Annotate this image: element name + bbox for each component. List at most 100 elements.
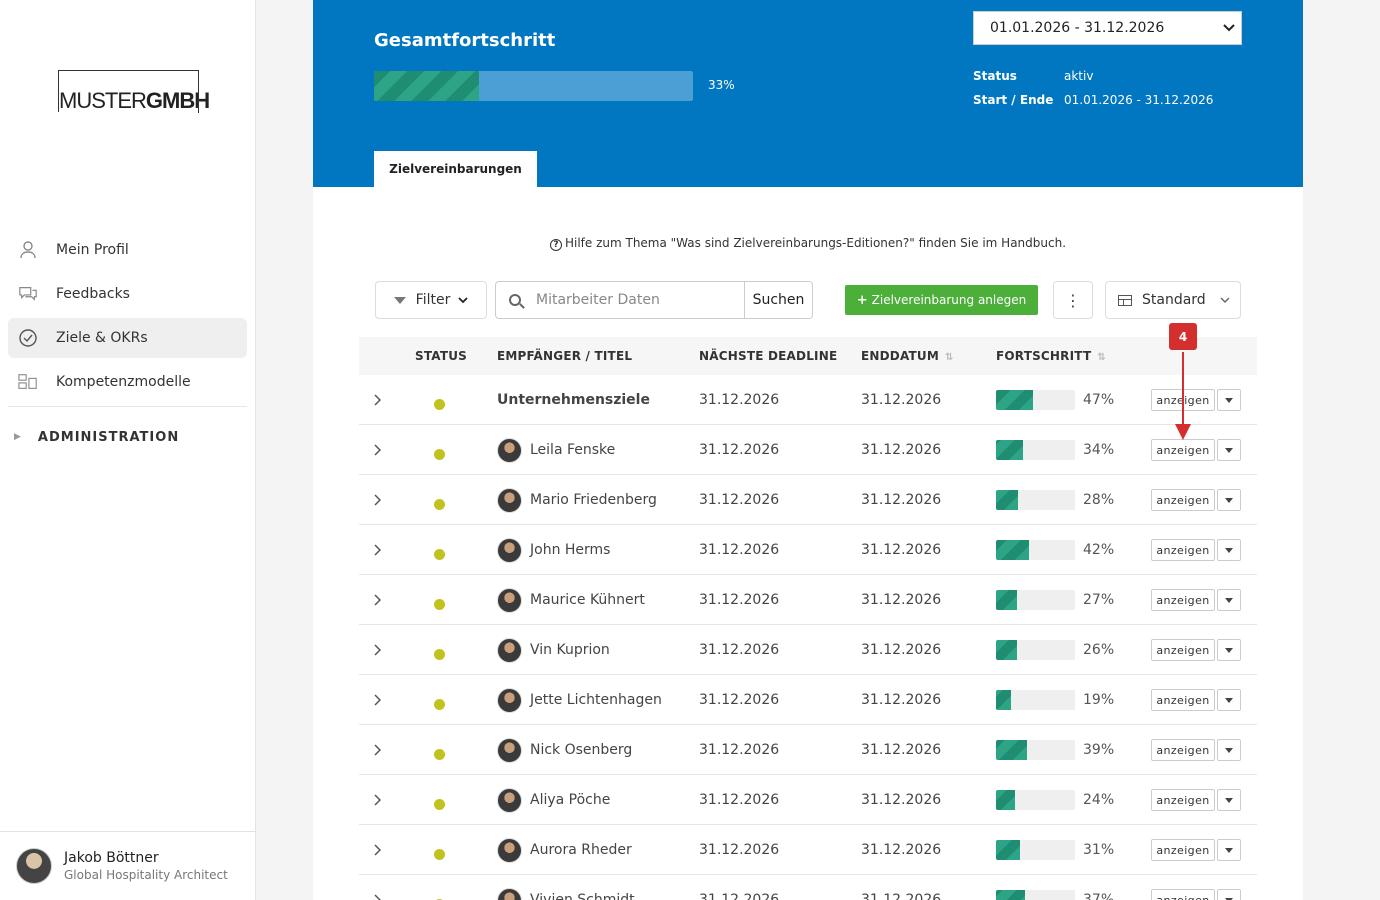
period-select[interactable]: 01.01.2026 - 31.12.2026	[973, 11, 1242, 45]
avatar	[497, 637, 522, 663]
table-icon	[1118, 294, 1132, 306]
more-options-button[interactable]: ⋮	[1053, 281, 1093, 319]
next-deadline: 31.12.2026	[699, 742, 780, 758]
row-dropdown-button[interactable]	[1217, 389, 1241, 411]
show-button[interactable]: anzeigen	[1151, 639, 1215, 661]
caret-right-icon: ▶	[14, 432, 22, 442]
tab-goal-agreements[interactable]: Zielvereinbarungen	[374, 151, 537, 187]
table-row[interactable]: Jette Lichtenhagen 31.12.2026 31.12.2026 19…	[359, 675, 1257, 725]
status-indicator	[434, 725, 445, 775]
progress-bar	[996, 890, 1075, 900]
view-select-button[interactable]: Standard	[1105, 281, 1241, 319]
progress-bar	[996, 740, 1075, 760]
column-header-deadline[interactable]: NÄCHSTE DEADLINE	[699, 349, 837, 363]
sidebar-item-competency-models[interactable]: Kompetenzmodelle	[8, 362, 247, 402]
chevron-right-icon[interactable]	[373, 575, 381, 625]
avatar	[497, 737, 522, 763]
table-row[interactable]: John Herms 31.12.2026 31.12.2026 42% anzeige…	[359, 525, 1257, 575]
progress-fill	[996, 840, 1021, 860]
recipient-name: Aliya Pöche	[530, 792, 611, 808]
row-dropdown-button[interactable]	[1217, 839, 1241, 861]
search-button[interactable]: Suchen	[744, 282, 812, 318]
create-goal-agreement-button[interactable]: + Zielvereinbarung anlegen	[845, 285, 1038, 315]
chevron-right-icon[interactable]	[373, 425, 381, 475]
sidebar-item-label: Feedbacks	[56, 286, 130, 302]
end-date: 31.12.2026	[861, 792, 942, 808]
progress-bar	[996, 790, 1075, 810]
column-header-recipient[interactable]: EMPFÄNGER / TITEL	[497, 349, 632, 363]
row-dropdown-button[interactable]	[1217, 789, 1241, 811]
show-button[interactable]: anzeigen	[1151, 489, 1215, 511]
row-dropdown-button[interactable]	[1217, 489, 1241, 511]
row-dropdown-button[interactable]	[1217, 639, 1241, 661]
progress-cell: 27%	[996, 575, 1114, 625]
current-user[interactable]: Jakob Böttner Global Hospitality Archite…	[0, 831, 256, 900]
chevron-right-icon[interactable]	[373, 475, 381, 525]
company-logo[interactable]: MUSTERGMBH	[58, 70, 210, 113]
row-actions: anzeigen	[1151, 675, 1241, 725]
column-header-enddate[interactable]: ENDDATUM ⇅	[861, 349, 954, 363]
end-date: 31.12.2026	[861, 642, 942, 658]
chevron-right-icon[interactable]	[373, 375, 381, 425]
progress-percent: 42%	[1083, 542, 1115, 558]
chevron-right-icon[interactable]	[373, 875, 381, 900]
row-dropdown-button[interactable]	[1217, 589, 1241, 611]
table-row[interactable]: Leila Fenske 31.12.2026 31.12.2026 34% anzei…	[359, 425, 1257, 475]
show-button[interactable]: anzeigen	[1151, 839, 1215, 861]
user-name: Jakob Böttner	[64, 850, 159, 866]
column-header-progress[interactable]: FORTSCHRITT ⇅	[996, 349, 1106, 363]
sidebar-item-goals[interactable]: Ziele & OKRs	[8, 318, 247, 358]
show-button[interactable]: anzeigen	[1151, 689, 1215, 711]
chevron-right-icon[interactable]	[373, 675, 381, 725]
show-button[interactable]: anzeigen	[1151, 889, 1215, 900]
table-row[interactable]: Unternehmensziele 31.12.2026 31.12.2026 47%…	[359, 375, 1257, 425]
sidebar-admin-label: ADMINISTRATION	[37, 429, 180, 445]
filter-button[interactable]: Filter	[375, 281, 487, 319]
show-button[interactable]: anzeigen	[1151, 789, 1215, 811]
table-row[interactable]: Maurice Kühnert 31.12.2026 31.12.2026 27% an…	[359, 575, 1257, 625]
recipient-cell: Aurora Rheder	[497, 825, 632, 875]
chevron-right-icon[interactable]	[373, 825, 381, 875]
end-date: 31.12.2026	[861, 442, 942, 458]
table-row[interactable]: Aurora Rheder 31.12.2026 31.12.2026 31% anze…	[359, 825, 1257, 875]
search-input[interactable]	[534, 282, 744, 318]
progress-cell: 37%	[996, 875, 1114, 900]
chevron-right-icon[interactable]	[373, 775, 381, 825]
row-dropdown-button[interactable]	[1217, 889, 1241, 900]
show-button[interactable]: anzeigen	[1151, 539, 1215, 561]
table-row[interactable]: Aliya Pöche 31.12.2026 31.12.2026 24% anzeig…	[359, 775, 1257, 825]
end-date: 31.12.2026	[861, 842, 942, 858]
recipient-cell: Unternehmensziele	[497, 375, 650, 425]
progress-fill	[996, 890, 1026, 900]
table-row[interactable]: Vivien Schmidt 31.12.2026 31.12.2026 37% anz…	[359, 875, 1257, 900]
help-text[interactable]: ? Hilfe zum Thema "Was sind Zielvereinbar…	[313, 236, 1303, 251]
sidebar-item-feedbacks[interactable]: Feedbacks	[8, 274, 247, 314]
table-row[interactable]: Nick Osenberg 31.12.2026 31.12.2026 39% anze…	[359, 725, 1257, 775]
show-button[interactable]: anzeigen	[1151, 739, 1215, 761]
column-header-status[interactable]: STATUS	[415, 349, 467, 363]
annotation-arrow-head	[1175, 424, 1191, 440]
row-dropdown-button[interactable]	[1217, 689, 1241, 711]
chevron-right-icon[interactable]	[373, 725, 381, 775]
row-actions: anzeigen	[1151, 425, 1241, 475]
show-button[interactable]: anzeigen	[1151, 439, 1215, 461]
progress-cell: 26%	[996, 625, 1114, 675]
chevron-right-icon[interactable]	[373, 625, 381, 675]
sidebar-item-administration[interactable]: ▶ ADMINISTRATION	[8, 417, 247, 457]
recipient-cell: Vin Kuprion	[497, 625, 610, 675]
row-dropdown-button[interactable]	[1217, 439, 1241, 461]
row-dropdown-button[interactable]	[1217, 739, 1241, 761]
caret-down-icon	[1225, 447, 1233, 453]
funnel-icon	[393, 296, 406, 304]
next-deadline: 31.12.2026	[699, 892, 780, 900]
caret-down-icon	[1225, 497, 1233, 503]
chevron-right-icon[interactable]	[373, 525, 381, 575]
show-button[interactable]: anzeigen	[1151, 589, 1215, 611]
table-row[interactable]: Vin Kuprion 31.12.2026 31.12.2026 26% anzeig…	[359, 625, 1257, 675]
table-row[interactable]: Mario Friedenberg 31.12.2026 31.12.2026 28%…	[359, 475, 1257, 525]
progress-fill	[996, 640, 1017, 660]
annotation-arrow-line	[1182, 352, 1184, 426]
overall-progress-bar	[374, 71, 693, 101]
sidebar-item-profile[interactable]: Mein Profil	[8, 230, 247, 270]
row-dropdown-button[interactable]	[1217, 539, 1241, 561]
